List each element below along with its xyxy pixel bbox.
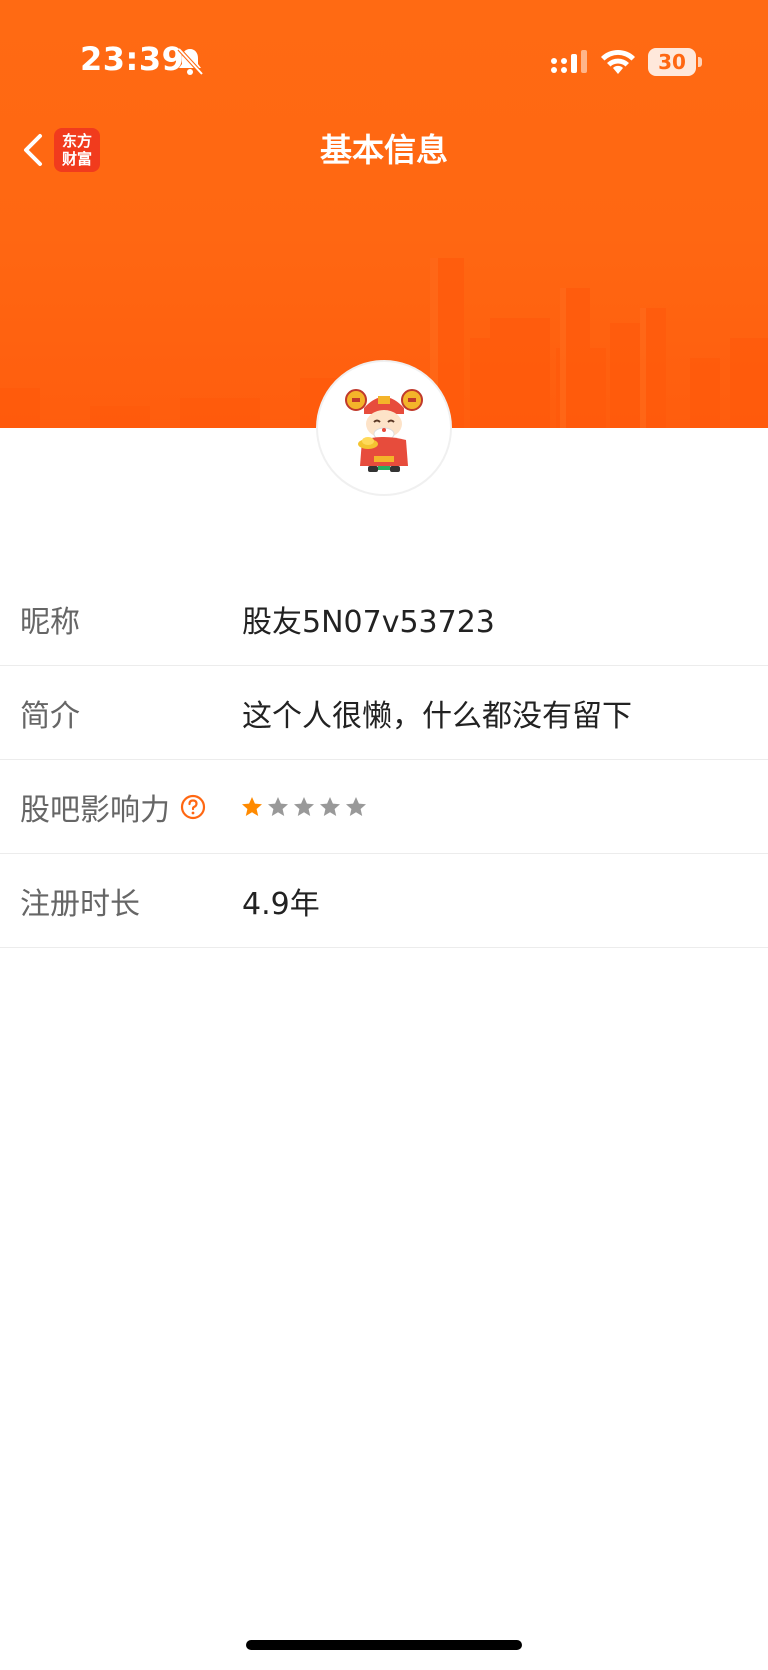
influence-row: 股吧影响力 xyxy=(0,760,768,854)
registration-value: 4.9年 xyxy=(242,886,320,922)
nickname-row: 昵称 股友5N07v53723 xyxy=(0,572,768,666)
star-empty-icon xyxy=(294,796,314,816)
battery-icon: 30 xyxy=(648,48,702,76)
profile-page: 23:39 30 东方 财富 基本信息 昵称 股友5N07v53723 简介 这… xyxy=(0,0,768,1670)
registration-row: 注册时长 4.9年 xyxy=(0,854,768,948)
bell-off-icon xyxy=(177,47,204,76)
help-icon[interactable] xyxy=(180,794,206,820)
status-time: 23:39 xyxy=(80,40,185,78)
star-empty-icon xyxy=(268,796,288,816)
nickname-value: 股友5N07v53723 xyxy=(242,604,495,640)
signal-icon xyxy=(551,50,587,73)
star-empty-icon xyxy=(346,796,366,816)
battery-level: 30 xyxy=(658,50,686,74)
nickname-label: 昵称 xyxy=(20,604,80,640)
home-indicator[interactable] xyxy=(246,1640,522,1650)
profile-info-list: 昵称 股友5N07v53723 简介 这个人很懒，什么都没有留下 股吧影响力 注… xyxy=(0,572,768,948)
wifi-icon xyxy=(601,49,635,74)
god-of-wealth-avatar-icon xyxy=(345,389,423,472)
page-title: 基本信息 xyxy=(319,131,448,169)
star-filled-icon xyxy=(242,796,262,816)
bio-value: 这个人很懒，什么都没有留下 xyxy=(242,698,632,734)
influence-rating xyxy=(240,795,368,819)
registration-label: 注册时长 xyxy=(20,886,140,922)
star-empty-icon xyxy=(320,796,340,816)
bio-row: 简介 这个人很懒，什么都没有留下 xyxy=(0,666,768,760)
influence-label: 股吧影响力 xyxy=(20,785,206,829)
avatar[interactable] xyxy=(316,360,452,496)
bio-label: 简介 xyxy=(20,698,80,734)
